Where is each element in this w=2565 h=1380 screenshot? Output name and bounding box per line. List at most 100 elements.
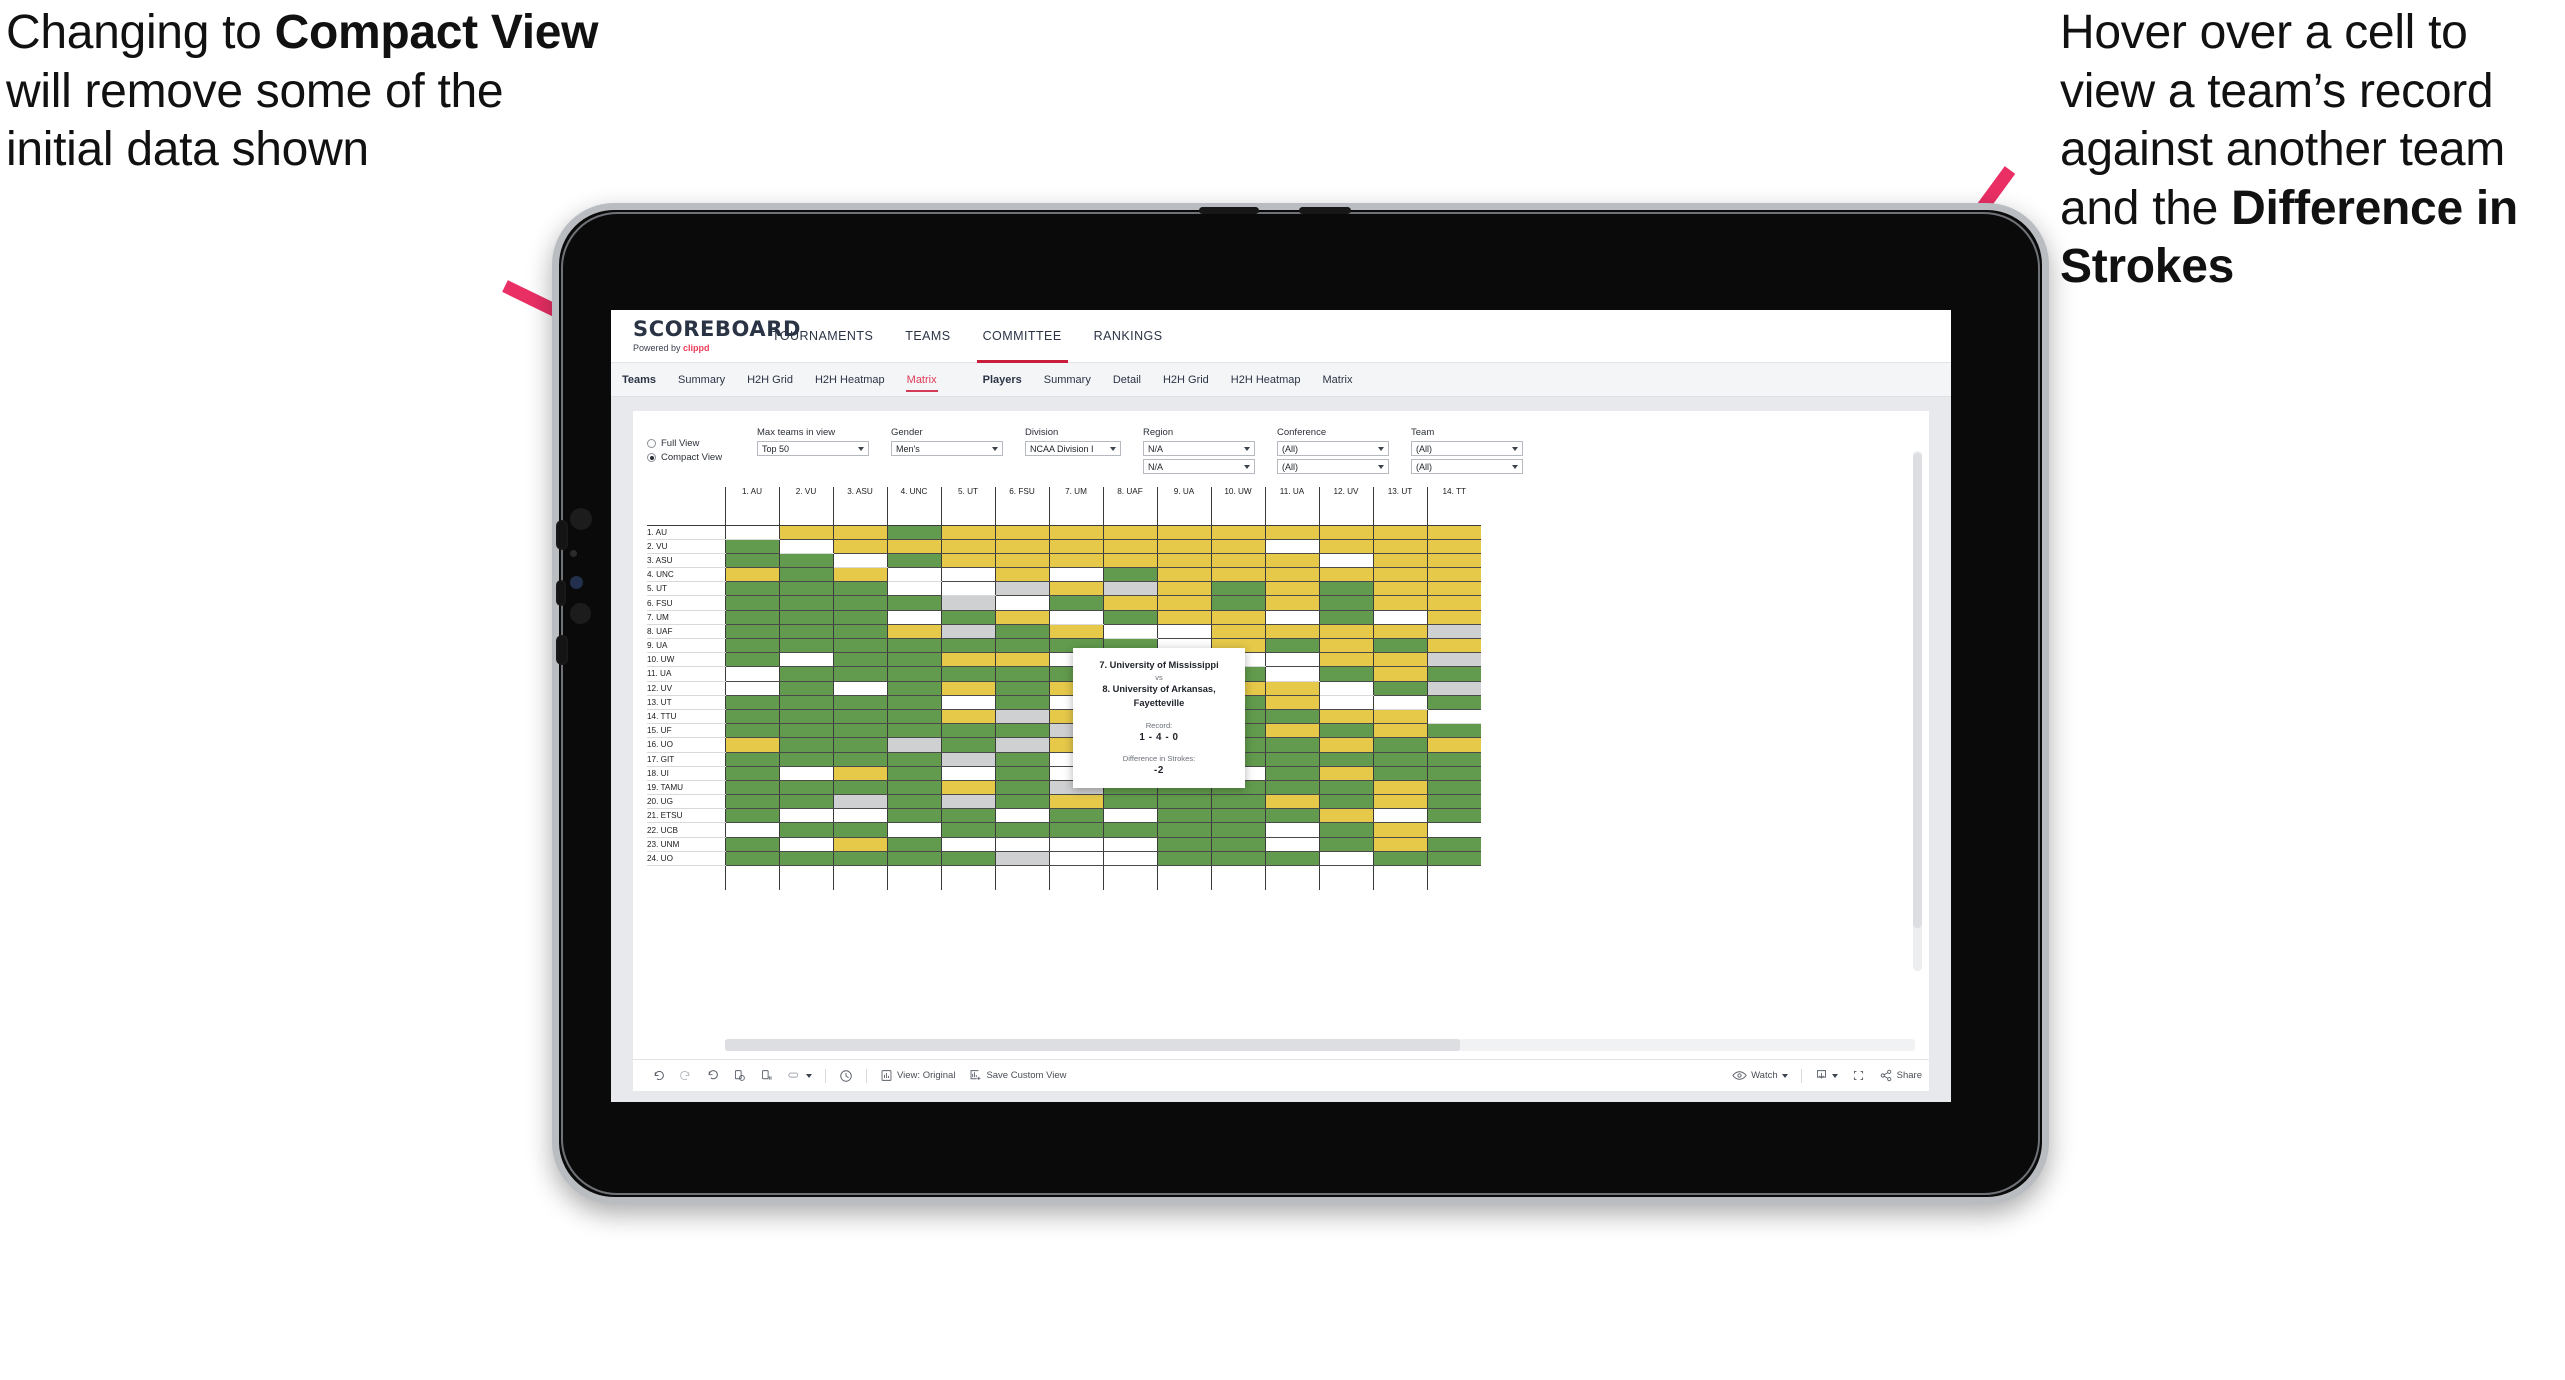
matrix-cell[interactable] [832, 681, 887, 696]
matrix-cell[interactable] [1318, 539, 1373, 554]
matrix-row-header[interactable]: 22. UCB [647, 822, 725, 838]
matrix-cell[interactable] [1156, 553, 1211, 569]
matrix-cell[interactable] [1264, 766, 1319, 781]
matrix-cell[interactable] [1318, 624, 1373, 640]
matrix-cell[interactable] [1264, 752, 1319, 767]
matrix-cell[interactable] [832, 553, 887, 569]
matrix-cell[interactable] [1048, 822, 1103, 838]
matrix-cell[interactable] [1264, 851, 1319, 867]
matrix-cell[interactable] [1264, 553, 1319, 569]
matrix-cell[interactable] [1372, 851, 1427, 867]
matrix-cell[interactable] [940, 681, 995, 696]
matrix-cell[interactable] [1318, 681, 1373, 696]
matrix-cell[interactable] [1156, 595, 1211, 611]
subnav-teams-h2h-heatmap[interactable]: H2H Heatmap [804, 363, 896, 396]
matrix-cell[interactable] [1372, 525, 1427, 540]
matrix-cell[interactable] [1426, 851, 1481, 867]
matrix-cell[interactable] [778, 709, 833, 725]
matrix-cell[interactable] [724, 681, 779, 696]
matrix-cell[interactable] [1372, 666, 1427, 682]
matrix-row-header[interactable]: 12. UV [647, 681, 725, 696]
share-button[interactable]: Share [1872, 1060, 1929, 1091]
save-custom-view-button[interactable]: Save Custom View [962, 1060, 1073, 1091]
matrix-cell[interactable] [778, 766, 833, 781]
matrix-table[interactable]: 1. AU 2. VU 3. ASU 4. UNC 5. UT 6. FSU 7. UM 8.… [647, 487, 1481, 890]
matrix-row-header[interactable]: 24. UO [647, 851, 725, 867]
matrix-cell[interactable] [886, 595, 941, 611]
matrix-cell[interactable] [994, 837, 1049, 852]
matrix-cell[interactable] [1318, 666, 1373, 682]
matrix-cell[interactable] [778, 723, 833, 739]
matrix-cell[interactable] [724, 822, 779, 838]
matrix-cell[interactable] [1048, 610, 1103, 625]
matrix-cell[interactable] [832, 525, 887, 540]
matrix-cell[interactable] [724, 553, 779, 569]
matrix-cell[interactable] [724, 581, 779, 597]
matrix-cell[interactable] [886, 652, 941, 668]
matrix-cell[interactable] [1426, 652, 1481, 668]
matrix-cell[interactable] [1264, 780, 1319, 796]
matrix-cell[interactable] [1372, 624, 1427, 640]
matrix-cell[interactable] [832, 794, 887, 810]
matrix-cell[interactable] [1318, 567, 1373, 583]
matrix-cell[interactable] [940, 808, 995, 824]
matrix-cell[interactable] [1264, 539, 1319, 554]
matrix-cell[interactable] [1426, 539, 1481, 554]
matrix-cell[interactable] [886, 553, 941, 569]
team-select-1[interactable]: (All) [1411, 441, 1523, 456]
matrix-cell[interactable] [1372, 595, 1427, 611]
matrix-cell[interactable] [1264, 723, 1319, 739]
matrix-col-header[interactable]: 10. UW [1210, 487, 1265, 526]
radio-full-view[interactable]: Full View [647, 438, 735, 449]
matrix-cell[interactable] [778, 581, 833, 597]
matrix-cell[interactable] [940, 652, 995, 668]
max-teams-select[interactable]: Top 50 [757, 441, 869, 456]
matrix-cell[interactable] [1372, 539, 1427, 554]
subnav-teams-matrix[interactable]: Matrix [896, 363, 948, 396]
matrix-row-header[interactable]: 19. TAMU [647, 780, 725, 796]
matrix-cell[interactable] [778, 624, 833, 640]
matrix-row-header[interactable]: 11. UA [647, 666, 725, 682]
matrix-cell[interactable] [1210, 851, 1265, 867]
matrix-cell[interactable] [1156, 610, 1211, 625]
matrix-cell[interactable] [1102, 525, 1157, 540]
matrix-cell[interactable] [778, 567, 833, 583]
matrix-cell[interactable] [886, 525, 941, 540]
matrix-col-header[interactable]: 8. UAF [1102, 487, 1157, 526]
matrix-cell[interactable] [994, 851, 1049, 867]
matrix-cell[interactable] [1264, 581, 1319, 597]
matrix-cell[interactable] [832, 723, 887, 739]
pause-updates-button[interactable] [753, 1060, 780, 1091]
matrix-cell[interactable] [1264, 681, 1319, 696]
matrix-cell[interactable] [1102, 553, 1157, 569]
matrix-cell[interactable] [1318, 766, 1373, 781]
matrix-cell[interactable] [1318, 837, 1373, 852]
matrix-cell[interactable] [940, 709, 995, 725]
matrix-row-header[interactable]: 8. UAF [647, 624, 725, 640]
matrix-cell[interactable] [1048, 851, 1103, 867]
matrix-cell[interactable] [778, 752, 833, 767]
redo-button[interactable] [672, 1060, 699, 1091]
matrix-cell[interactable] [1426, 595, 1481, 611]
matrix-cell[interactable] [940, 595, 995, 611]
matrix-col-header[interactable]: 6. FSU [994, 487, 1049, 526]
matrix-cell[interactable] [994, 709, 1049, 725]
matrix-cell[interactable] [886, 610, 941, 625]
matrix-cell[interactable] [778, 652, 833, 668]
matrix-cell[interactable] [994, 652, 1049, 668]
matrix-cell[interactable] [724, 851, 779, 867]
matrix-cell[interactable] [1156, 539, 1211, 554]
matrix-cell[interactable] [832, 709, 887, 725]
subnav-players-h2h-heatmap[interactable]: H2H Heatmap [1220, 363, 1312, 396]
matrix-cell[interactable] [1318, 737, 1373, 753]
matrix-cell[interactable] [1372, 652, 1427, 668]
matrix-cell[interactable] [940, 752, 995, 767]
subnav-players-summary[interactable]: Summary [1033, 363, 1102, 396]
matrix-cell[interactable] [1426, 695, 1481, 710]
matrix-cell[interactable] [940, 737, 995, 753]
matrix-col-header[interactable]: 13. UT [1372, 487, 1427, 526]
matrix-cell[interactable] [1156, 808, 1211, 824]
matrix-cell[interactable] [724, 752, 779, 767]
matrix-row-header[interactable]: 18. UI [647, 766, 725, 781]
matrix-cell[interactable] [1264, 666, 1319, 682]
